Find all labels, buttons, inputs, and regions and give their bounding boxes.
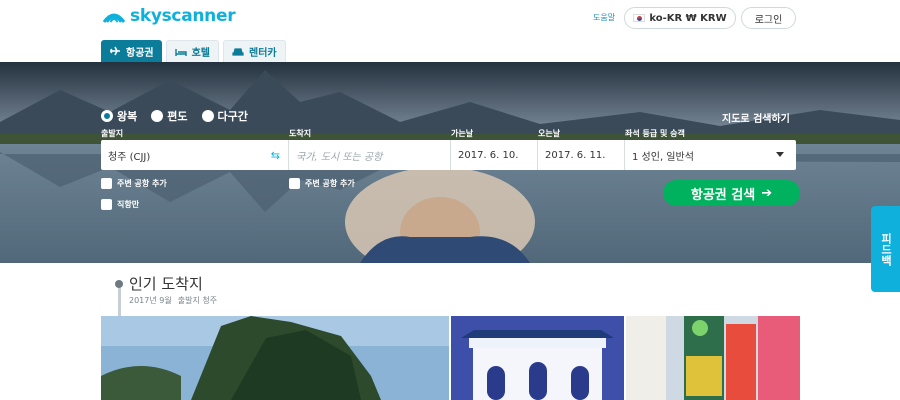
destination-card[interactable] [626,316,800,400]
tab-car-hire[interactable]: 렌터카 [223,40,286,62]
top-header: skyscanner 도움말 ko-KR ₩ KRW 로그인 항공권 호텔 렌터… [0,0,900,62]
popular-destinations-title: 인기 도착지 [129,275,203,293]
swap-icon[interactable]: ⇆ [271,149,280,162]
popular-origin: 출발지 청주 [177,296,218,305]
nearby-destination-label: 주변 공항 추가 [305,179,355,188]
direct-only-label: 직항만 [117,200,140,209]
help-link[interactable]: 도움말 [593,12,615,23]
search-flights-label: 항공권 검색 [690,187,756,203]
popular-date: 2017년 9월 [129,296,172,305]
tab-flights-label: 항공권 [126,47,154,59]
destination-field[interactable]: 국가, 도시 또는 공항 [289,140,451,170]
trip-type-selector: 왕복 편도 다구간 [101,108,248,124]
locale-label: ko-KR ₩ KRW [649,12,727,24]
plane-icon [110,46,120,56]
depart-date-value: 2017. 6. 10. [458,149,519,161]
locale-currency-button[interactable]: ko-KR ₩ KRW [624,7,736,29]
tab-car-hire-label: 렌터카 [249,48,277,59]
pine-tree-photo [101,316,449,400]
nearby-origin-checkbox[interactable]: 주변 공항 추가 [101,178,167,189]
arrow-right-icon: ➔ [761,185,773,201]
vertical-tabs: 항공권 호텔 렌터카 [101,40,286,62]
destination-label: 도착지 [289,129,312,138]
origin-value: 청주 (CJJ) [108,151,151,163]
search-by-map-link[interactable]: 지도로 검색하기 [722,110,790,125]
return-date-field[interactable]: 2017. 6. 11. [538,140,625,170]
destination-card[interactable] [451,316,624,400]
destination-cards [101,316,800,400]
direct-only-checkbox[interactable]: 직항만 [101,199,139,210]
checkbox-icon [289,178,300,189]
trip-type-return[interactable]: 왕복 [101,108,137,124]
city-billboards-photo [626,316,800,400]
sunrise-logo-icon [102,13,126,23]
tab-hotels-label: 호텔 [191,48,211,59]
tab-hotels[interactable]: 호텔 [165,40,220,62]
nearby-destination-checkbox[interactable]: 주변 공항 추가 [289,178,355,189]
return-date-value: 2017. 6. 11. [545,149,606,161]
trip-type-one-way-label: 편도 [167,110,188,123]
checkbox-icon [101,178,112,189]
depart-label: 가는날 [451,129,474,138]
korea-flag-icon [633,14,646,22]
return-label: 오는날 [538,129,561,138]
chevron-down-icon [776,152,784,157]
cabin-passenger-value: 1 성인, 일반석 [632,151,694,163]
bed-icon [174,48,187,56]
cabin-label: 좌석 등급 및 승객 [625,129,685,138]
flight-search-form: 청주 (CJJ) ⇆ 국가, 도시 또는 공항 2017. 6. 10. 201… [101,140,796,170]
hero-search-panel: 왕복 편도 다구간 지도로 검색하기 출발지 도착지 가는날 오는날 좌석 등급… [0,62,900,263]
destination-placeholder: 국가, 도시 또는 공항 [296,151,383,163]
feedback-tab[interactable]: 피드백 [871,206,900,292]
timeline-dot [115,280,123,288]
depart-date-field[interactable]: 2017. 6. 10. [451,140,538,170]
origin-label: 출발지 [101,129,124,138]
nearby-origin-label: 주변 공항 추가 [117,179,167,188]
tab-flights[interactable]: 항공권 [101,40,162,62]
destination-card[interactable] [101,316,449,400]
origin-field[interactable]: 청주 (CJJ) ⇆ [101,140,289,170]
popular-destinations-subtitle: 2017년 9월 출발지 청주 [129,295,217,306]
login-button[interactable]: 로그인 [741,7,796,29]
cabin-passenger-select[interactable]: 1 성인, 일반석 [625,140,796,170]
logo-wordmark: skyscanner [130,6,236,26]
search-flights-button[interactable]: 항공권 검색 ➔ [663,180,800,206]
trip-type-multi-city-label: 다구간 [217,110,248,123]
checkbox-icon [101,199,112,210]
radio-icon [151,110,164,122]
feedback-label: 피드백 [879,232,893,266]
memorial-gate-photo [451,316,624,400]
trip-type-multi-city[interactable]: 다구간 [201,108,248,124]
skyscanner-logo[interactable]: skyscanner [101,6,236,26]
radio-selected-icon [101,110,113,122]
trip-type-return-label: 왕복 [117,110,138,123]
radio-icon [201,110,214,122]
car-icon [232,47,244,56]
trip-type-one-way[interactable]: 편도 [151,108,188,124]
